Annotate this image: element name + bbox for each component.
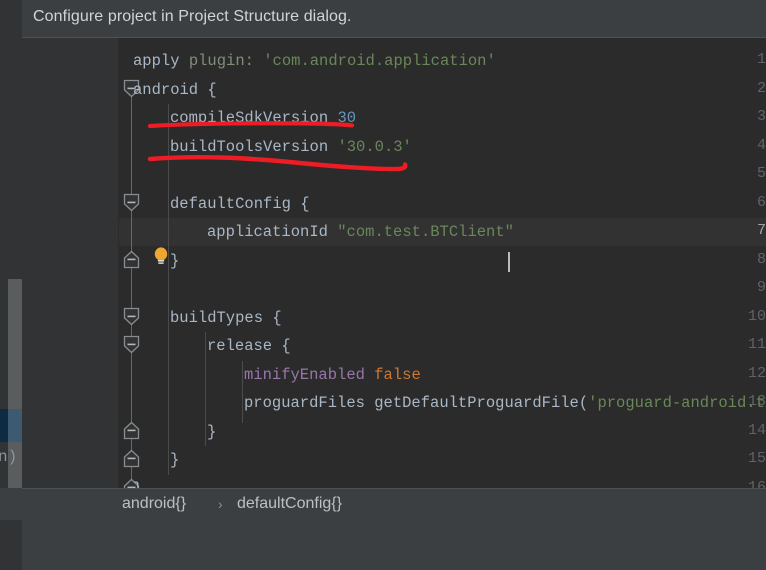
code-line[interactable]: } (207, 418, 216, 446)
breadcrumb-bar: android{} › defaultConfig{} (22, 488, 766, 520)
code-token: applicationId (207, 223, 338, 241)
breadcrumb-separator-icon: › (218, 496, 223, 512)
code-token: release { (207, 337, 291, 355)
code-line[interactable]: applicationId "com.test.BTClient" (207, 218, 514, 246)
code-line[interactable]: minifyEnabled false (244, 361, 421, 389)
code-line[interactable]: } (133, 475, 142, 489)
rail-partial-text: n) (0, 448, 18, 466)
code-line[interactable]: buildTypes { (170, 304, 282, 332)
code-token: } (133, 480, 142, 489)
breadcrumb-item-android[interactable]: android{} (122, 495, 186, 513)
code-token: defaultConfig { (170, 194, 310, 213)
code-token: plugin: (188, 52, 264, 70)
left-rail: n) (0, 37, 22, 533)
code-line[interactable]: android { (133, 76, 217, 104)
breadcrumb-left-pad (0, 488, 22, 520)
code-token: false (374, 365, 421, 384)
indent-guide (168, 104, 169, 475)
code-line[interactable]: compileSdkVersion 30 (170, 104, 356, 132)
banner-title: Configure project in Project Structure d… (33, 8, 352, 25)
scrollbar-selection-overlap[interactable] (8, 409, 22, 442)
ide-screenshot: Configure project in Project Structure d… (0, 0, 766, 570)
indent-guide (205, 332, 206, 446)
code-token: "com.test.BTClient" (337, 223, 514, 241)
window-bottom-left-strip (0, 520, 22, 570)
code-token: 'com.android.application' (263, 52, 496, 70)
code-token: } (207, 422, 217, 441)
tutorial-banner: Configure project in Project Structure d… (0, 0, 766, 37)
indent-guide (242, 360, 243, 424)
code-line[interactable]: release { (207, 332, 291, 360)
code-token: 'proguard-android.txt' (588, 394, 766, 412)
code-line[interactable]: } (170, 247, 179, 275)
code-token: buildToolsVersion (170, 137, 338, 156)
code-token: proguardFiles getDefaultProguardFile( (244, 394, 589, 412)
code-token: compileSdkVersion (170, 109, 338, 127)
code-token: apply (133, 52, 189, 70)
code-text-layer[interactable]: apply plugin: 'com.android.application' a… (119, 38, 766, 488)
banner-left-strip (0, 0, 22, 37)
code-token: buildTypes { (170, 308, 282, 327)
code-line[interactable]: apply plugin: 'com.android.application' (133, 47, 496, 75)
code-line[interactable]: proguardFiles getDefaultProguardFile('pr… (244, 389, 766, 417)
code-token: 30 (337, 109, 357, 127)
code-line[interactable]: defaultConfig { (170, 190, 310, 218)
code-line[interactable]: buildToolsVersion '30.0.3' (170, 133, 412, 161)
code-token: minifyEnabled (244, 365, 375, 384)
code-editor[interactable]: 1 2 3 4 5 6 7 8 9 10 11 12 13 14 15 16 apply plugin: 'c… (22, 37, 766, 488)
code-token: } (170, 451, 180, 469)
text-caret (508, 252, 510, 272)
code-token: } (170, 251, 180, 270)
breadcrumb-item-defaultconfig[interactable]: defaultConfig{} (237, 495, 342, 513)
code-token: android { (133, 80, 217, 99)
window-bottom-area (0, 520, 766, 570)
code-token: '30.0.3' (337, 137, 412, 156)
code-line[interactable]: } (170, 446, 179, 474)
editor-gutter[interactable] (22, 38, 119, 488)
